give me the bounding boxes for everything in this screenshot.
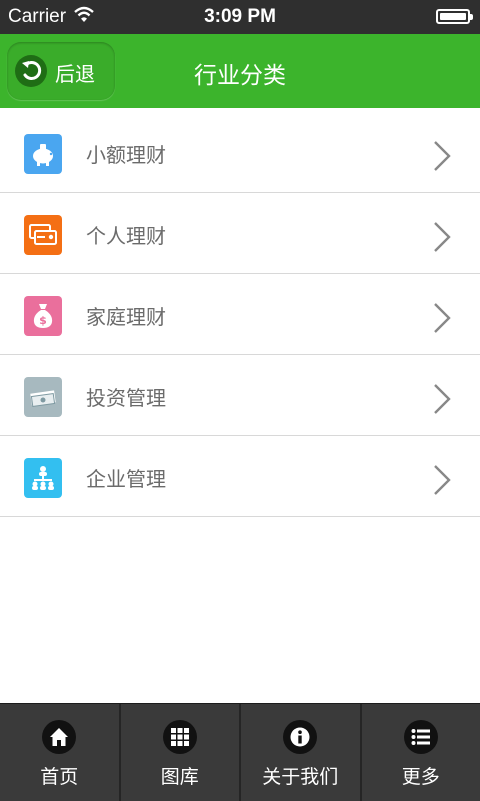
home-icon — [42, 720, 76, 754]
list-item-enterprise-management[interactable]: 企业管理 — [0, 436, 480, 517]
tab-label: 关于我们 — [241, 762, 360, 789]
list-item-personal-finance[interactable]: 个人理财 — [0, 193, 480, 274]
battery-icon — [436, 9, 470, 24]
status-time: 3:09 PM — [0, 6, 480, 28]
chevron-right-icon — [432, 221, 452, 257]
org-chart-icon — [24, 458, 62, 498]
svg-text:$: $ — [39, 314, 47, 327]
piggy-bank-icon — [24, 134, 62, 174]
nav-header: 后退 行业分类 — [0, 34, 480, 108]
grid-icon — [163, 720, 197, 754]
chevron-right-icon — [432, 464, 452, 500]
list-item-label: 投资管理 — [86, 382, 166, 411]
list-item-small-finance[interactable]: 小额理财 — [0, 112, 480, 193]
tab-label: 首页 — [0, 762, 119, 789]
category-list: 小额理财 个人理财 $ 家庭理财 — [0, 112, 480, 517]
chevron-right-icon — [432, 302, 452, 338]
list-item-investment-management[interactable]: 投资管理 — [0, 355, 480, 436]
cards-icon — [24, 215, 62, 255]
list-item-label: 企业管理 — [86, 463, 166, 492]
cash-stack-icon — [24, 377, 62, 417]
tab-more[interactable]: 更多 — [362, 704, 480, 801]
info-icon — [283, 720, 317, 754]
chevron-right-icon — [432, 383, 452, 419]
list-item-label: 家庭理财 — [86, 301, 166, 330]
tab-bar: 首页 图库 关于我们 更多 — [0, 703, 480, 801]
money-bag-icon: $ — [24, 296, 62, 336]
list-item-label: 小额理财 — [86, 139, 166, 168]
list-icon — [404, 720, 438, 754]
tab-label: 图库 — [121, 762, 240, 789]
page-title: 行业分类 — [0, 56, 480, 90]
chevron-right-icon — [432, 140, 452, 176]
list-item-label: 个人理财 — [86, 220, 166, 249]
tab-label: 更多 — [362, 762, 480, 789]
list-item-family-finance[interactable]: $ 家庭理财 — [0, 274, 480, 355]
tab-home[interactable]: 首页 — [0, 704, 121, 801]
tab-gallery[interactable]: 图库 — [121, 704, 242, 801]
tab-about-us[interactable]: 关于我们 — [241, 704, 362, 801]
status-bar: Carrier 3:09 PM — [0, 0, 480, 34]
